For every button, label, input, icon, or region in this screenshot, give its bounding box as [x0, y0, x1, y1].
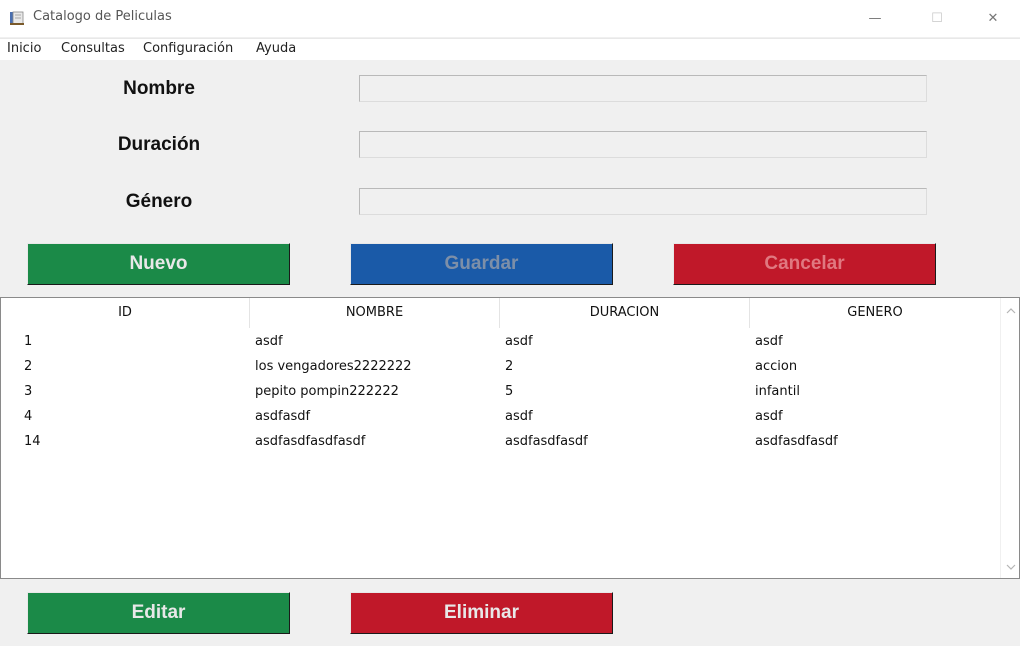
nombre-label: Nombre — [123, 78, 195, 99]
cell-nombre: asdf — [255, 334, 283, 349]
close-button[interactable]: ✕ — [970, 0, 1016, 37]
cell-nombre: asdfasdf — [255, 409, 311, 424]
movies-table: ID NOMBRE DURACION GENERO 1 asdf asdf as… — [0, 297, 1020, 579]
cell-nombre: los vengadores2222222 — [255, 359, 412, 374]
cell-duracion: asdf — [505, 409, 533, 424]
cell-id: 4 — [24, 409, 33, 424]
table-header: ID NOMBRE DURACION GENERO — [1, 298, 1000, 328]
menu-consultas[interactable]: Consultas — [61, 41, 125, 56]
menu-bar: Inicio Consultas Configuración Ayuda — [0, 38, 1020, 60]
table-row[interactable]: 3 pepito pompin222222 5 infantil — [1, 379, 1000, 404]
column-header-genero[interactable]: GENERO — [750, 298, 1000, 328]
cell-duracion: 2 — [505, 359, 514, 374]
cell-nombre: pepito pompin222222 — [255, 384, 399, 399]
minimize-button[interactable]: — — [852, 0, 898, 37]
cell-genero: asdfasdfasdf — [755, 434, 838, 449]
cell-id: 2 — [24, 359, 33, 374]
nombre-field[interactable] — [359, 75, 927, 102]
scroll-down-icon[interactable] — [1005, 561, 1017, 573]
duracion-field[interactable] — [359, 131, 927, 158]
guardar-button[interactable]: Guardar — [350, 243, 613, 285]
cell-nombre: asdfasdfasdfasdf — [255, 434, 366, 449]
menu-configuracion[interactable]: Configuración — [143, 41, 233, 56]
menu-inicio[interactable]: Inicio — [7, 41, 41, 56]
book-icon — [9, 10, 25, 26]
cell-duracion: asdfasdfasdf — [505, 434, 588, 449]
cell-genero: infantil — [755, 384, 800, 399]
cell-genero: asdf — [755, 334, 783, 349]
cell-id: 3 — [24, 384, 33, 399]
cell-id: 1 — [24, 334, 33, 349]
vertical-scrollbar[interactable] — [1000, 298, 1019, 578]
eliminar-button[interactable]: Eliminar — [350, 592, 613, 634]
table-row[interactable]: 4 asdfasdf asdf asdf — [1, 404, 1000, 429]
nuevo-button[interactable]: Nuevo — [27, 243, 290, 285]
cell-duracion: 5 — [505, 384, 514, 399]
maximize-button[interactable]: ☐ — [914, 0, 960, 37]
table-row[interactable]: 14 asdfasdfasdfasdf asdfasdfasdf asdfasd… — [1, 429, 1000, 454]
window-title: Catalogo de Peliculas — [33, 9, 172, 24]
title-bar: Catalogo de Peliculas — ☐ ✕ — [0, 0, 1020, 37]
genero-field[interactable] — [359, 188, 927, 215]
table-row[interactable]: 1 asdf asdf asdf — [1, 329, 1000, 354]
column-header-nombre[interactable]: NOMBRE — [250, 298, 500, 328]
cancelar-button[interactable]: Cancelar — [673, 243, 936, 285]
cell-duracion: asdf — [505, 334, 533, 349]
column-header-id[interactable]: ID — [1, 298, 250, 328]
cell-genero: asdf — [755, 409, 783, 424]
scroll-up-icon[interactable] — [1005, 305, 1017, 317]
cell-id: 14 — [24, 434, 41, 449]
menu-ayuda[interactable]: Ayuda — [256, 41, 296, 56]
editar-button[interactable]: Editar — [27, 592, 290, 634]
column-header-duracion[interactable]: DURACION — [500, 298, 750, 328]
cell-genero: accion — [755, 359, 798, 374]
duracion-label: Duración — [117, 134, 201, 155]
table-row[interactable]: 2 los vengadores2222222 2 accion — [1, 354, 1000, 379]
genero-label: Género — [125, 191, 193, 212]
